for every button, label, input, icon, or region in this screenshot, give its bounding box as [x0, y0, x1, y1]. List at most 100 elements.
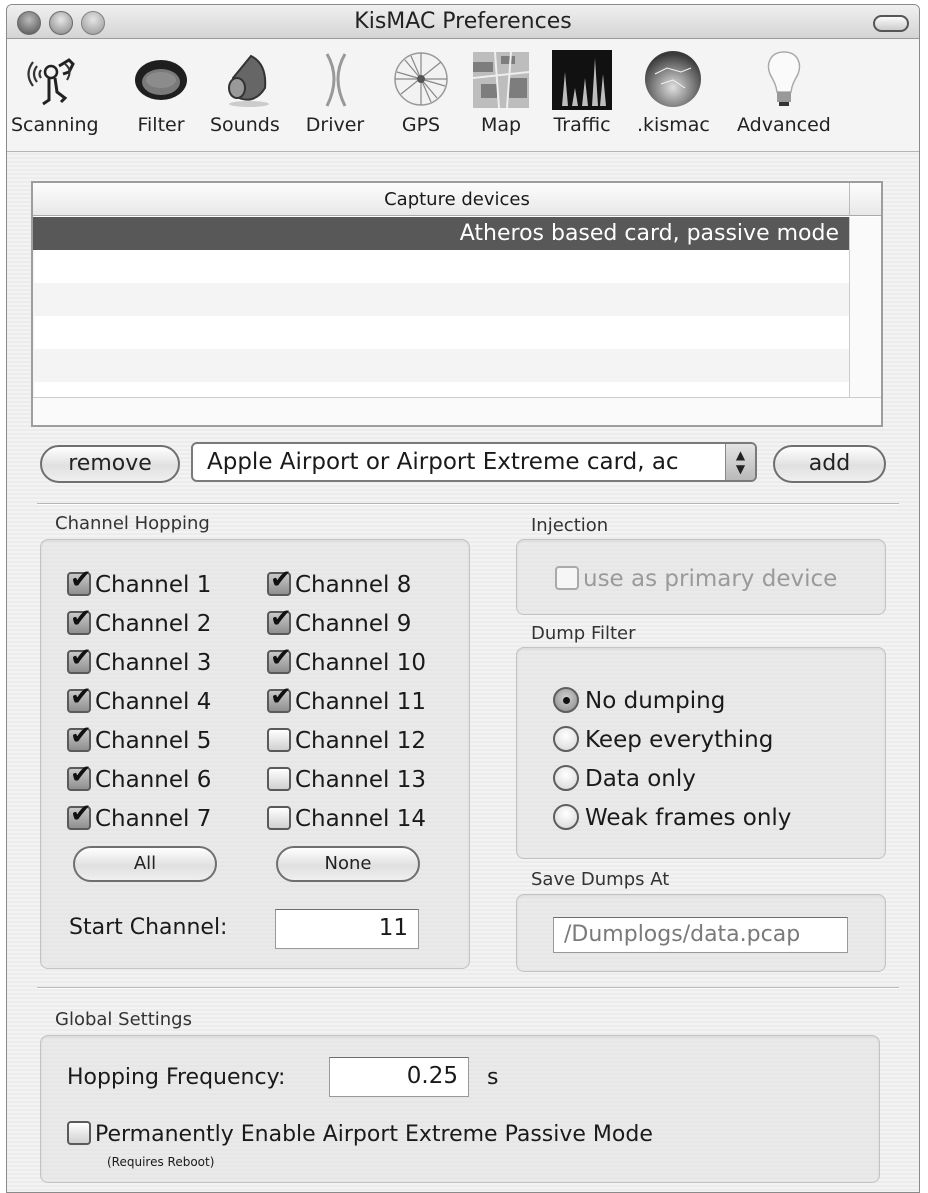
toolbar-item-map[interactable]: Map	[471, 48, 531, 136]
radio-label: Keep everything	[585, 727, 774, 753]
toolbar-label: Sounds	[210, 114, 280, 136]
radio-unselected-icon	[553, 725, 579, 752]
channel-checkbox[interactable]: Channel 12	[267, 726, 426, 756]
channel-label: Channel 2	[95, 611, 212, 637]
checkbox-checked-icon	[67, 682, 92, 713]
injection-title: Injection	[531, 515, 609, 536]
hopping-frequency-label: Hopping Frequency:	[67, 1065, 286, 1090]
toolbar-item-advanced[interactable]: Advanced	[737, 48, 831, 136]
channel-checkbox[interactable]: Channel 4	[67, 682, 212, 717]
toolbar-item-driver[interactable]: Driver	[305, 48, 365, 136]
channel-label: Channel 13	[295, 767, 427, 793]
device-type-select[interactable]: Apple Airport or Airport Extreme card, a…	[191, 442, 757, 482]
capture-devices-table[interactable]: Capture devices Atheros based card, pass…	[31, 181, 883, 427]
toolbar-label: Driver	[305, 114, 365, 136]
checkbox-checked-icon	[67, 721, 92, 752]
channel-checkbox[interactable]: Channel 8	[267, 565, 412, 600]
vertical-scrollbar[interactable]	[849, 217, 881, 397]
channel-checkbox[interactable]: Channel 11	[267, 682, 427, 717]
channel-checkbox[interactable]: Channel 7	[67, 799, 212, 834]
channel-checkbox[interactable]: Channel 10	[267, 643, 427, 678]
toolbar-label: .kismac	[637, 114, 710, 136]
table-row[interactable]	[33, 349, 849, 382]
all-channels-button[interactable]: All	[73, 846, 217, 882]
channel-label: Channel 6	[95, 767, 212, 793]
dump-filter-radio[interactable]: Data only	[553, 764, 696, 794]
channel-label: Channel 9	[295, 611, 412, 637]
toolbar-label: Map	[480, 114, 522, 136]
table-row[interactable]	[33, 316, 849, 349]
channel-checkbox[interactable]: Channel 3	[67, 643, 211, 678]
device-type-select-value: Apple Airport or Airport Extreme card, a…	[207, 449, 679, 475]
start-channel-field[interactable]: 11	[275, 909, 419, 949]
toolbar-label: Scanning	[11, 114, 99, 136]
channel-label: Channel 7	[95, 806, 212, 832]
toolbar-item-scanning[interactable]: Scanning	[11, 48, 99, 136]
passive-mode-checkbox[interactable]: Permanently Enable Airport Extreme Passi…	[67, 1120, 653, 1150]
table-row[interactable]	[33, 250, 849, 283]
remove-button[interactable]: remove	[40, 445, 180, 483]
channel-label: Channel 10	[295, 650, 427, 676]
window-title: KisMAC Preferences	[354, 9, 572, 34]
save-dumps-title: Save Dumps At	[531, 869, 670, 890]
channel-label: Channel 14	[295, 806, 427, 832]
channel-checkbox[interactable]: Channel 13	[267, 765, 426, 795]
toolbar-toggle-button[interactable]	[873, 15, 909, 32]
checkbox-checked-icon	[67, 604, 92, 635]
channel-checkbox[interactable]: Channel 9	[267, 604, 412, 639]
checkbox-checked-icon	[67, 760, 92, 791]
dump-path-field[interactable]: /Dumplogs/data.pcap	[553, 917, 848, 953]
radio-selected-icon	[553, 686, 579, 713]
dump-filter-group: No dumping Keep everything Data only Weak f…	[516, 647, 886, 859]
hopping-frequency-unit: s	[487, 1065, 499, 1090]
scanning-icon	[25, 48, 85, 110]
channel-checkbox[interactable]: Channel 1	[67, 565, 211, 600]
divider	[37, 987, 899, 989]
channel-checkbox[interactable]: Channel 6	[67, 760, 212, 795]
table-row[interactable]	[33, 283, 849, 316]
checkbox-checked-icon	[67, 643, 92, 674]
toolbar-item-kismac[interactable]: .kismac	[637, 48, 710, 136]
hopping-frequency-field[interactable]: 0.25	[329, 1057, 469, 1097]
toolbar-label: Advanced	[737, 114, 831, 136]
checkbox-box	[555, 565, 579, 590]
channel-label: Channel 5	[95, 728, 212, 754]
toolbar-item-traffic[interactable]: Traffic	[552, 48, 612, 136]
radio-label: No dumping	[585, 688, 726, 714]
speaker-icon	[215, 48, 275, 110]
driver-icon	[305, 48, 365, 110]
lightbulb-icon	[754, 48, 814, 110]
toolbar-item-filter[interactable]: Filter	[131, 48, 191, 136]
channel-label: Channel 11	[295, 689, 427, 715]
primary-device-checkbox[interactable]: use as primary device	[555, 564, 837, 594]
channel-label: Channel 4	[95, 689, 212, 715]
dump-filter-radio[interactable]: Weak frames only	[553, 803, 791, 833]
dump-filter-radio[interactable]: Keep everything	[553, 725, 773, 755]
start-channel-label: Start Channel:	[69, 915, 228, 940]
toolbar-item-gps[interactable]: GPS	[391, 48, 451, 136]
horizontal-scrollbar[interactable]	[33, 397, 881, 425]
checkbox-unchecked-icon	[267, 805, 291, 830]
checkbox-checked-icon	[67, 799, 92, 830]
table-row[interactable]: Atheros based card, passive mode	[33, 217, 849, 250]
column-header-capture-devices[interactable]: Capture devices	[33, 183, 881, 216]
channel-checkbox[interactable]: Channel 2	[67, 604, 212, 639]
toolbar-label: Traffic	[553, 114, 611, 136]
global-settings-group: Hopping Frequency: 0.25 s Permanently En…	[40, 1035, 880, 1183]
table-corner	[849, 183, 881, 216]
save-dumps-group: /Dumplogs/data.pcap	[516, 894, 886, 972]
traffic-graph-icon	[552, 48, 612, 110]
channel-hopping-group: Channel 1 Channel 2 Channel 3 Channel 4 Chan…	[40, 539, 470, 969]
select-arrows-icon: ▲ ▼	[725, 444, 755, 480]
injection-group: use as primary device	[516, 539, 886, 615]
dump-filter-radio[interactable]: No dumping	[553, 686, 725, 716]
checkbox-checked-icon	[267, 682, 292, 713]
title-bar[interactable]: KisMAC Preferences	[7, 5, 919, 39]
dump-filter-title: Dump Filter	[531, 623, 636, 644]
toolbar-item-sounds[interactable]: Sounds	[210, 48, 280, 136]
channel-checkbox[interactable]: Channel 5	[67, 721, 212, 756]
add-button[interactable]: add	[773, 445, 886, 483]
no-channels-button[interactable]: None	[276, 846, 420, 882]
channel-label: Channel 8	[295, 572, 412, 598]
channel-checkbox[interactable]: Channel 14	[267, 804, 426, 834]
